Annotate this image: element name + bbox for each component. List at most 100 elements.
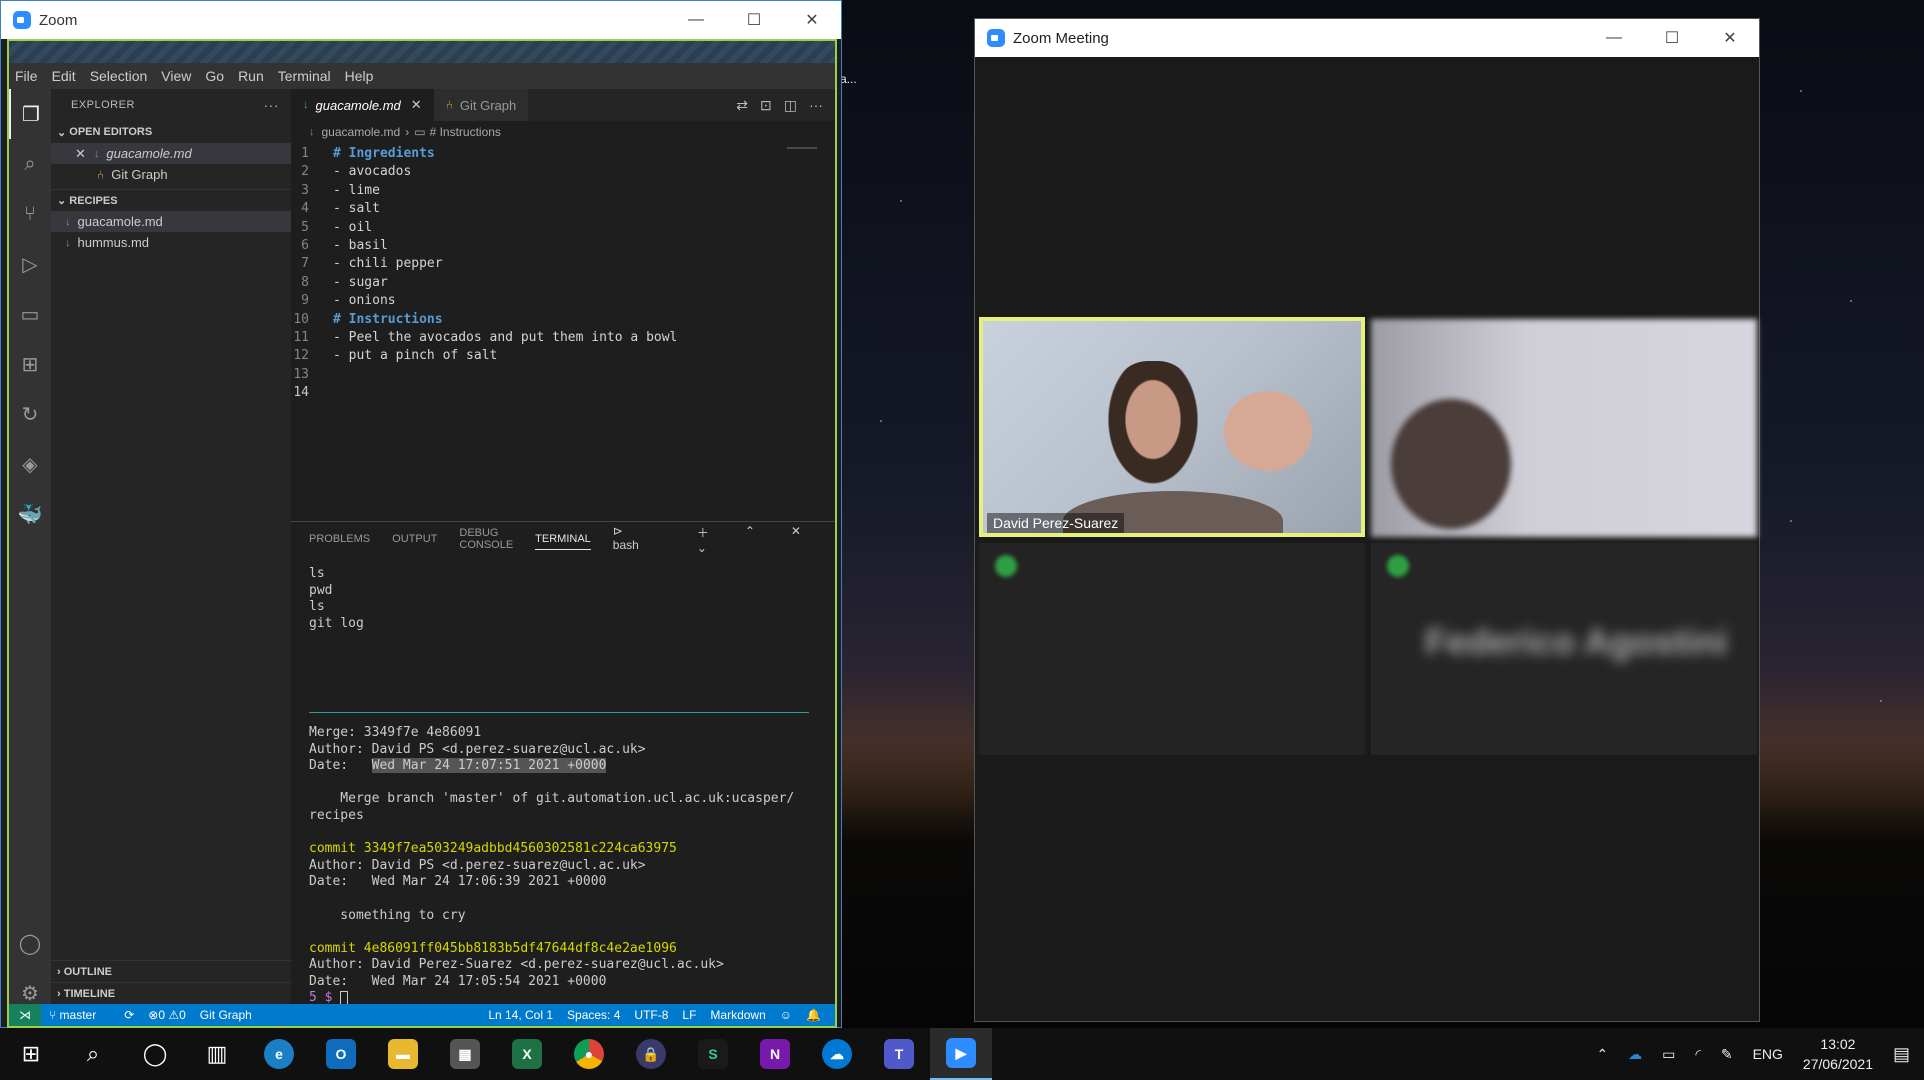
code-line[interactable]: 9 - onions [291, 292, 835, 310]
language-mode[interactable]: Markdown [710, 1008, 765, 1022]
code-line[interactable]: 11 - Peel the avocados and put them into … [291, 329, 835, 347]
wifi-icon[interactable]: ◜ [1695, 1046, 1700, 1063]
code-line[interactable]: 2 - avocados [291, 163, 835, 181]
remote-explorer-icon[interactable]: ▭ [9, 289, 51, 339]
open-editors-section[interactable]: ⌄ OPEN EDITORS [51, 121, 291, 143]
code-line[interactable]: 12 - put a pinch of salt [291, 347, 835, 365]
teams-icon[interactable]: T [868, 1028, 930, 1080]
code-line[interactable]: 6 - basil [291, 237, 835, 255]
accounts-icon[interactable]: ◯ [9, 918, 51, 968]
extensions-icon[interactable]: ⊞ [9, 339, 51, 389]
menu-file[interactable]: File [15, 68, 38, 84]
menu-terminal[interactable]: Terminal [278, 68, 331, 84]
skype-business-icon[interactable]: ☁ [806, 1028, 868, 1080]
open-changes-icon[interactable]: ⇄ [736, 97, 748, 114]
code-line[interactable]: 3 - lime [291, 182, 835, 200]
open-editor-guacamole[interactable]: ✕ ↓ guacamole.md [51, 143, 291, 164]
outline-section[interactable]: › OUTLINE [51, 960, 291, 982]
indentation[interactable]: Spaces: 4 [567, 1008, 620, 1022]
breadcrumb-file[interactable]: guacamole.md [322, 125, 401, 139]
minimize-icon[interactable]: — [667, 1, 725, 39]
tab-git-graph[interactable]: ⑃ Git Graph [433, 89, 529, 121]
search-icon[interactable]: ⌕ [62, 1028, 124, 1080]
close-icon[interactable]: ✕ [1701, 19, 1759, 57]
split-editor-icon[interactable]: ◫ [784, 97, 797, 114]
code-line[interactable]: 13 [291, 366, 835, 384]
notifications-bell-icon[interactable]: 🔔 [806, 1008, 821, 1022]
code-line[interactable]: 5 - oil [291, 219, 835, 237]
tab-debug-console[interactable]: DEBUG CONSOLE [459, 527, 513, 551]
git-graph-status[interactable]: Git Graph [200, 1008, 252, 1022]
close-editor-icon[interactable]: ✕ [75, 146, 86, 162]
tab-guacamole[interactable]: ↓ guacamole.md ✕ [291, 89, 434, 121]
more-actions-icon[interactable]: ··· [809, 97, 823, 113]
video-tile-camera-off[interactable] [979, 543, 1365, 755]
breadcrumb-section[interactable]: # Instructions [430, 125, 501, 139]
share-toolbar-strip[interactable] [9, 41, 835, 63]
code-line[interactable]: 1 # Ingredients [291, 145, 835, 163]
video-tile-active-speaker[interactable]: David Perez-Suarez [979, 317, 1365, 537]
scrivener-icon[interactable]: S [682, 1028, 744, 1080]
battery-icon[interactable]: ▭ [1662, 1046, 1675, 1063]
menu-go[interactable]: Go [205, 68, 224, 84]
tab-terminal[interactable]: TERMINAL [535, 533, 591, 550]
start-windows-icon[interactable]: ⊞ [0, 1028, 62, 1080]
encoding[interactable]: UTF-8 [634, 1008, 668, 1022]
recipes-folder-section[interactable]: ⌄ RECIPES [51, 189, 291, 211]
terminal-selector[interactable]: ⊳ bash [613, 524, 661, 555]
open-editor-git-graph[interactable]: ⑃ Git Graph [51, 164, 291, 185]
calculator-icon[interactable]: ▦ [434, 1028, 496, 1080]
outlook-icon[interactable]: O [310, 1028, 372, 1080]
menu-help[interactable]: Help [345, 68, 374, 84]
feedback-icon[interactable]: ☺ [780, 1008, 792, 1022]
code-line[interactable]: 14 [291, 384, 835, 402]
menu-selection[interactable]: Selection [90, 68, 148, 84]
menu-view[interactable]: View [161, 68, 191, 84]
minimize-icon[interactable]: — [1585, 19, 1643, 57]
maximize-icon[interactable]: ☐ [725, 1, 783, 39]
sync-icon[interactable]: ⟳ [124, 1008, 134, 1022]
search-icon[interactable]: ⌕ [9, 139, 51, 189]
code-line[interactable]: 7 - chili pepper [291, 255, 835, 273]
maximize-panel-icon[interactable]: ⌃ [745, 524, 755, 555]
zoom-title-bar[interactable]: Zoom — ☐ ✕ [1, 1, 841, 39]
new-terminal-icon[interactable]: ＋⌄ [697, 524, 709, 555]
video-tile-camera-off[interactable]: Federico Agostini [1371, 543, 1757, 755]
code-line[interactable]: 4 - salt [291, 200, 835, 218]
code-line[interactable]: 8 - sugar [291, 274, 835, 292]
task-view-icon[interactable]: ▥ [186, 1028, 248, 1080]
explorer-icon[interactable]: ❐ [9, 89, 51, 139]
source-control-icon[interactable]: ⑂ [9, 189, 51, 239]
cortana-icon[interactable]: ◯ [124, 1028, 186, 1080]
git-lens-icon[interactable]: ◈ [9, 439, 51, 489]
menu-edit[interactable]: Edit [52, 68, 76, 84]
desktop-icon-label[interactable]: a... [840, 72, 857, 86]
more-actions-icon[interactable]: ··· [264, 97, 280, 113]
chrome-icon[interactable]: ● [558, 1028, 620, 1080]
edge-browser-icon[interactable]: e [248, 1028, 310, 1080]
vpn-lock-icon[interactable]: 🔒 [620, 1028, 682, 1080]
zoom-taskbar-icon[interactable]: ▶ [930, 1028, 992, 1080]
onedrive-icon[interactable]: ☁ [1628, 1046, 1642, 1063]
close-icon[interactable]: ✕ [783, 1, 841, 39]
timeline-section[interactable]: › TIMELINE [51, 982, 291, 1004]
problems-indicator[interactable]: ⊗0 ⚠0 [148, 1008, 186, 1022]
tab-problems[interactable]: PROBLEMS [309, 533, 370, 545]
code-editor[interactable]: 1 # Ingredients 2 - avocados 3 - lime 4 - salt 5… [291, 143, 835, 403]
file-hummus[interactable]: ↓ hummus.md [51, 232, 291, 253]
minimap[interactable] [787, 147, 817, 161]
end-of-line[interactable]: LF [682, 1008, 696, 1022]
maximize-icon[interactable]: ☐ [1643, 19, 1701, 57]
notifications-icon[interactable]: ▤ [1893, 1044, 1910, 1065]
video-tile-blurred[interactable] [1371, 319, 1757, 537]
file-explorer-icon[interactable]: ▬ [372, 1028, 434, 1080]
tab-output[interactable]: OUTPUT [392, 533, 437, 545]
clock[interactable]: 13:02 27/06/2021 [1803, 1034, 1873, 1074]
close-tab-icon[interactable]: ✕ [411, 97, 422, 113]
live-share-icon[interactable]: ↻ [9, 389, 51, 439]
meeting-title-bar[interactable]: Zoom Meeting — ☐ ✕ [975, 19, 1759, 57]
pen-icon[interactable]: ✎ [1721, 1046, 1733, 1063]
close-panel-icon[interactable]: ✕ [791, 524, 801, 555]
show-hidden-icons-icon[interactable]: ⌃ [1596, 1046, 1608, 1063]
branch-indicator[interactable]: ⑂ master [49, 1008, 110, 1022]
